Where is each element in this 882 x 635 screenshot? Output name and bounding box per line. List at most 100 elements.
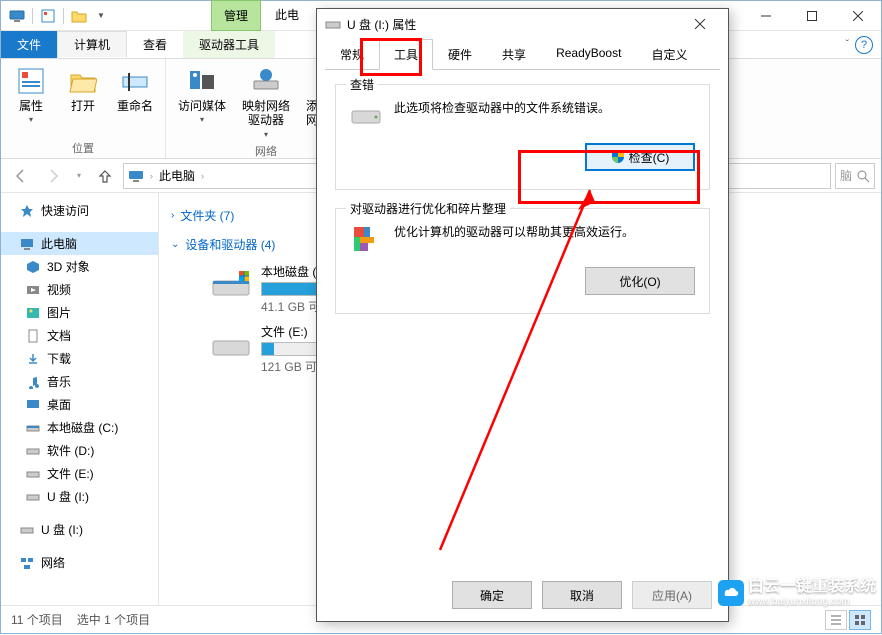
nav-downloads[interactable]: 下载 (1, 347, 158, 370)
dialog-close-button[interactable] (680, 10, 720, 38)
watermark-url: www.baiyunxitong.com (748, 596, 876, 607)
nav-downloads-label: 下载 (47, 350, 71, 367)
desktop-icon (25, 397, 41, 413)
drive-icon (25, 443, 41, 459)
tab-custom[interactable]: 自定义 (636, 39, 702, 70)
watermark-text: 白云一键重装系统 (748, 578, 876, 596)
nav-recent-button[interactable]: ▾ (71, 163, 87, 189)
nav-usb-i-2[interactable]: U 盘 (I:) (1, 518, 158, 541)
apply-label: 应用(A) (652, 587, 692, 604)
nav-quick-access[interactable]: 快速访问 (1, 199, 158, 222)
nav-file-e[interactable]: 文件 (E:) (1, 462, 158, 485)
nav-usbi1-label: U 盘 (I:) (47, 488, 89, 505)
tab-tools[interactable]: 工具 (379, 39, 433, 70)
ribbon-access-media-label: 访问媒体 (178, 99, 226, 113)
tab-computer[interactable]: 计算机 (57, 31, 127, 58)
ok-button[interactable]: 确定 (452, 581, 532, 609)
ribbon-expand-icon[interactable]: ˇ (846, 39, 849, 50)
rename-icon (119, 65, 151, 97)
check-button-label: 检查(C) (629, 149, 670, 166)
nav-desktop[interactable]: 桌面 (1, 393, 158, 416)
ribbon-access-media[interactable]: 访问媒体 ▾ (174, 63, 230, 141)
optimize-legend: 对驱动器进行优化和碎片整理 (346, 200, 510, 217)
tab-drive-tools[interactable]: 驱动器工具 (183, 31, 275, 58)
contextual-tab-header: 管理 (211, 0, 261, 31)
navigation-pane: 快速访问 此电脑 3D 对象 视频 图片 文档 下载 音乐 桌面 本地磁盘 (C… (1, 193, 159, 605)
cancel-button[interactable]: 取消 (542, 581, 622, 609)
optimize-button[interactable]: 优化(O) (585, 267, 695, 295)
tab-file[interactable]: 文件 (1, 31, 57, 58)
nav-softd-label: 软件 (D:) (47, 442, 94, 459)
ribbon-map-drive[interactable]: 映射网络 驱动器 ▾ (238, 63, 294, 141)
status-selected: 选中 1 个项目 (77, 611, 150, 628)
video-icon (25, 282, 41, 298)
nav-music-label: 音乐 (47, 373, 71, 390)
nav-this-pc[interactable]: 此电脑 (1, 232, 158, 255)
cancel-label: 取消 (570, 587, 594, 604)
usb-icon (25, 489, 41, 505)
ribbon-rename[interactable]: 重命名 (113, 63, 157, 138)
ribbon-properties-label: 属性 (19, 99, 43, 113)
view-large-button[interactable] (849, 610, 871, 630)
tab-hardware[interactable]: 硬件 (433, 39, 487, 70)
close-button[interactable] (835, 2, 881, 30)
qat-newfolder-icon[interactable] (69, 6, 89, 26)
search-placeholder: 脑 (840, 167, 852, 184)
document-icon (25, 328, 41, 344)
drive-c-icon (211, 263, 251, 303)
optimize-text: 优化计算机的驱动器可以帮助其更高效运行。 (394, 223, 695, 240)
ribbon-open[interactable]: 打开 (61, 63, 105, 138)
dialog-tabs: 常规 工具 硬件 共享 ReadyBoost 自定义 (317, 39, 728, 70)
qat-dropdown-icon[interactable]: ▼ (91, 6, 111, 26)
apply-button[interactable]: 应用(A) (632, 581, 712, 609)
nav-pictures[interactable]: 图片 (1, 301, 158, 324)
nav-network[interactable]: 网络 (1, 551, 158, 574)
error-checking-group: 查错 此选项将检查驱动器中的文件系统错误。 检查(C) (335, 84, 710, 190)
group-devices-label: 设备和驱动器 (4) (185, 236, 275, 253)
nav-soft-d[interactable]: 软件 (D:) (1, 439, 158, 462)
tab-sharing[interactable]: 共享 (487, 39, 541, 70)
help-icon[interactable]: ? (855, 36, 873, 54)
nav-forward-button[interactable] (39, 163, 67, 189)
watermark: 白云一键重装系统 www.baiyunxitong.com (718, 578, 876, 607)
nav-3d-objects[interactable]: 3D 对象 (1, 255, 158, 278)
minimize-button[interactable] (743, 2, 789, 30)
nav-3d-label: 3D 对象 (47, 258, 90, 275)
properties-icon (15, 65, 47, 97)
nav-documents[interactable]: 文档 (1, 324, 158, 347)
group-folders-label: 文件夹 (7) (180, 207, 234, 224)
maximize-button[interactable] (789, 2, 835, 30)
nav-usb-i-1[interactable]: U 盘 (I:) (1, 485, 158, 508)
ribbon-rename-label: 重命名 (117, 99, 153, 113)
dialog-drive-icon (325, 16, 341, 32)
search-box[interactable]: 脑 (835, 163, 875, 189)
drive-icon (25, 466, 41, 482)
optimize-group: 对驱动器进行优化和碎片整理 优化计算机的驱动器可以帮助其更高效运行。 优化(O) (335, 208, 710, 314)
nav-documents-label: 文档 (47, 327, 71, 344)
usb-icon (19, 522, 35, 538)
shield-icon (611, 150, 625, 164)
music-icon (25, 374, 41, 390)
view-details-button[interactable] (825, 610, 847, 630)
errcheck-drive-icon (350, 99, 382, 131)
nav-up-button[interactable] (91, 163, 119, 189)
network-icon (19, 555, 35, 571)
tab-view[interactable]: 查看 (127, 31, 183, 58)
tab-general[interactable]: 常规 (325, 39, 379, 70)
properties-dialog: U 盘 (I:) 属性 常规 工具 硬件 共享 ReadyBoost 自定义 查… (316, 8, 729, 622)
chevron-right-icon: › (171, 210, 174, 221)
nav-videos[interactable]: 视频 (1, 278, 158, 301)
ribbon-properties[interactable]: 属性 ▾ (9, 63, 53, 138)
watermark-logo-icon (718, 580, 744, 606)
nav-local-c[interactable]: 本地磁盘 (C:) (1, 416, 158, 439)
picture-icon (25, 305, 41, 321)
nav-videos-label: 视频 (47, 281, 71, 298)
drive-e-icon (211, 323, 251, 363)
qat-properties-icon[interactable] (38, 6, 58, 26)
nav-music[interactable]: 音乐 (1, 370, 158, 393)
nav-usbi2-label: U 盘 (I:) (41, 521, 83, 538)
nav-network-label: 网络 (41, 554, 65, 571)
nav-back-button[interactable] (7, 163, 35, 189)
check-button[interactable]: 检查(C) (585, 143, 695, 171)
tab-readyboost[interactable]: ReadyBoost (541, 39, 636, 70)
